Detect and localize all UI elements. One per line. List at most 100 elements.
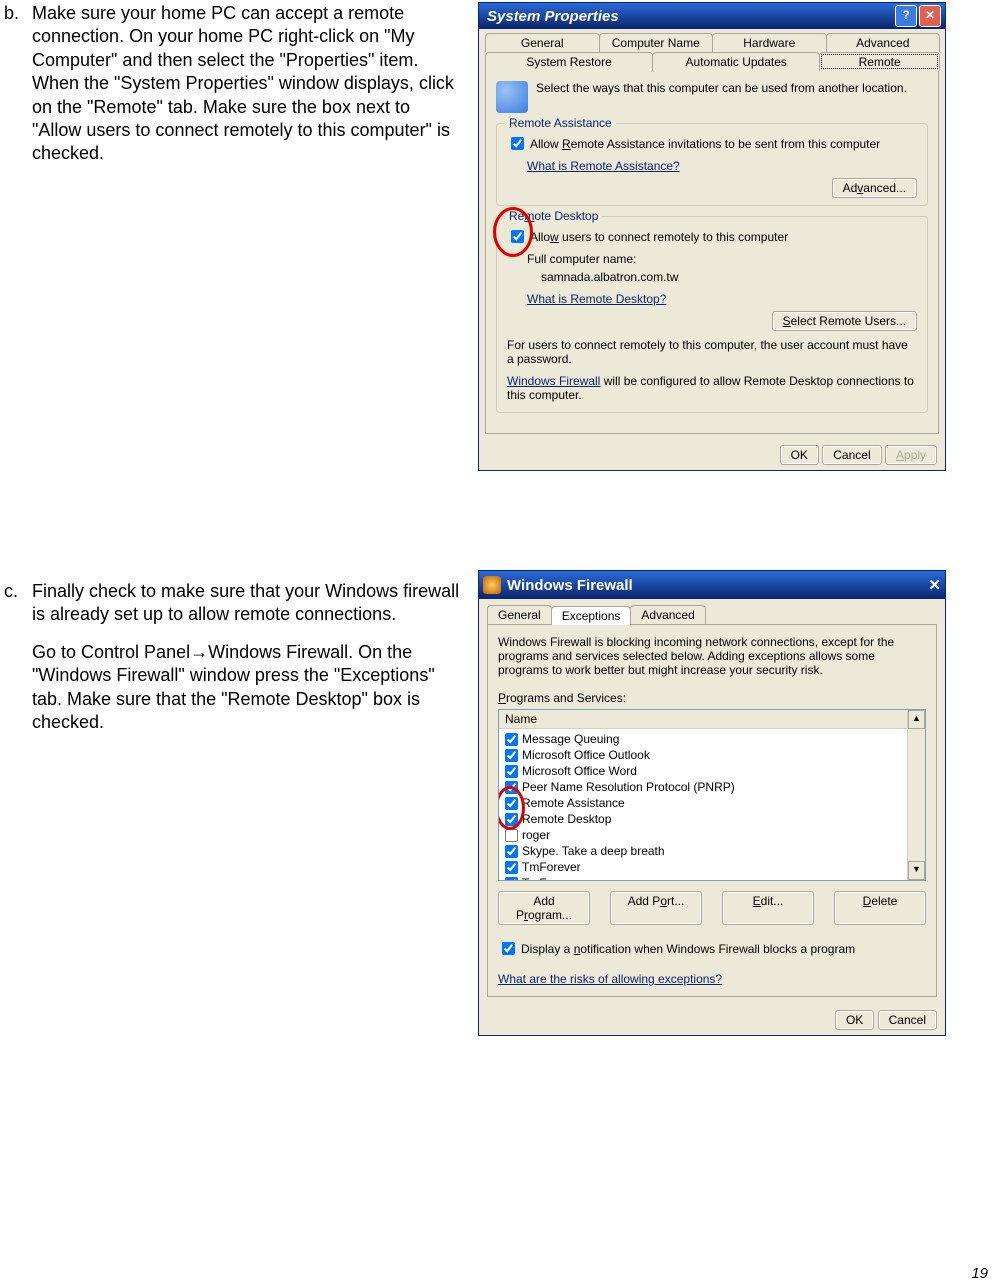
tab-content: Select the ways that this computer can b… — [485, 71, 939, 434]
tab-remote[interactable]: Remote — [819, 52, 940, 71]
tabs: General Exceptions Advanced — [479, 599, 945, 624]
ra-checkbox[interactable] — [511, 137, 524, 150]
rd-fullname-label: Full computer name: — [527, 252, 917, 266]
list-item[interactable]: Remote Desktop — [503, 811, 921, 827]
tab-system-restore[interactable]: System Restore — [485, 52, 653, 71]
tab-computer-name[interactable]: Computer Name — [599, 33, 714, 52]
remote-desktop-group: Remote Desktop Allow users to connect re… — [496, 216, 928, 413]
instruction-b: b. Make sure your home PC can accept a r… — [0, 2, 462, 166]
tab-advanced[interactable]: Advanced — [630, 605, 705, 624]
item-label: TmForever — [522, 876, 581, 881]
scroll-down-icon[interactable]: ▼ — [908, 861, 925, 880]
close-button[interactable]: ✕ — [919, 5, 941, 27]
delete-button[interactable]: Delete — [834, 891, 926, 925]
risks-link[interactable]: What are the risks of allowing exception… — [498, 972, 722, 986]
tab-advanced[interactable]: Advanced — [826, 33, 941, 52]
item-label: TmForever — [522, 860, 581, 874]
list-item[interactable]: Remote Assistance — [503, 795, 921, 811]
add-port-button[interactable]: Add Port... — [610, 891, 702, 925]
item-label: Remote Desktop — [522, 812, 611, 826]
ok-button[interactable]: OK — [780, 445, 819, 465]
tab-hardware[interactable]: Hardware — [712, 33, 827, 52]
item-checkbox[interactable] — [505, 845, 518, 858]
rd-note1: For users to connect remotely to this co… — [507, 338, 917, 366]
dialog-buttons: OK Cancel — [479, 1005, 945, 1035]
item-checkbox[interactable] — [505, 781, 518, 794]
instruction-c-text2: Go to Control Panel→Windows Firewall. On… — [32, 641, 462, 735]
list-item[interactable]: Skype. Take a deep breath — [503, 843, 921, 859]
window-title: System Properties — [483, 8, 893, 25]
list-marker-c: c. — [4, 580, 18, 603]
dialog-buttons: OK Cancel Apply — [479, 440, 945, 470]
rd-check-label: Allow users to connect remotely to this … — [530, 230, 788, 244]
computer-icon — [496, 81, 528, 113]
list-item[interactable]: TmForever — [503, 859, 921, 875]
remote-assistance-group: Remote Assistance Allow Remote Assistanc… — [496, 123, 928, 206]
item-label: Peer Name Resolution Protocol (PNRP) — [522, 780, 735, 794]
list-item[interactable]: TmForever — [503, 875, 921, 881]
item-label: Message Queuing — [522, 732, 619, 746]
list-marker-b: b. — [4, 2, 19, 25]
item-checkbox[interactable] — [505, 829, 518, 842]
item-checkbox[interactable] — [505, 813, 518, 826]
item-checkbox[interactable] — [505, 733, 518, 746]
list-item[interactable]: roger — [503, 827, 921, 843]
close-button[interactable]: ✕ — [928, 576, 941, 594]
tab-general[interactable]: General — [485, 33, 600, 52]
list-item[interactable]: Microsoft Office Word — [503, 763, 921, 779]
item-label: Skype. Take a deep breath — [522, 844, 665, 858]
ra-check-label: Allow Remote Assistance invitations to b… — [530, 137, 880, 151]
description-text: Select the ways that this computer can b… — [536, 81, 907, 95]
tab-content: Windows Firewall is blocking incoming ne… — [487, 624, 937, 997]
windows-firewall-window: Windows Firewall ✕ General Exceptions Ad… — [478, 570, 946, 1036]
scrollbar[interactable]: ▲ ▼ — [907, 710, 925, 880]
notify-label: Display a notification when Windows Fire… — [521, 942, 855, 956]
rd-checkbox[interactable] — [511, 230, 524, 243]
titlebar[interactable]: Windows Firewall ✕ — [479, 571, 945, 599]
item-checkbox[interactable] — [505, 749, 518, 762]
ok-button[interactable]: OK — [835, 1010, 874, 1030]
shield-icon — [483, 576, 501, 594]
item-label: Microsoft Office Word — [522, 764, 637, 778]
page-number: 19 — [971, 1265, 988, 1282]
ra-legend: Remote Assistance — [505, 116, 616, 130]
rd-link[interactable]: What is Remote Desktop? — [527, 292, 666, 306]
programs-listbox[interactable]: Name Message Queuing Microsoft Office Out… — [498, 709, 926, 881]
description-text: Windows Firewall is blocking incoming ne… — [498, 635, 926, 677]
column-header-name[interactable]: Name — [499, 710, 925, 729]
ra-advanced-button[interactable]: Advanced... — [832, 178, 917, 198]
edit-button[interactable]: Edit... — [722, 891, 814, 925]
add-program-button[interactable]: Add Program... — [498, 891, 590, 925]
ra-link[interactable]: What is Remote Assistance? — [527, 159, 680, 173]
cancel-button[interactable]: Cancel — [878, 1010, 937, 1030]
item-checkbox[interactable] — [505, 797, 518, 810]
list-item[interactable]: Peer Name Resolution Protocol (PNRP) — [503, 779, 921, 795]
list-item[interactable]: Microsoft Office Outlook — [503, 747, 921, 763]
item-checkbox[interactable] — [505, 765, 518, 778]
windows-firewall-link[interactable]: Windows Firewall — [507, 374, 600, 388]
tab-automatic-updates[interactable]: Automatic Updates — [652, 52, 820, 71]
scroll-up-icon[interactable]: ▲ — [908, 710, 925, 729]
titlebar[interactable]: System Properties ? ✕ — [479, 3, 945, 29]
item-checkbox[interactable] — [505, 861, 518, 874]
system-properties-window: System Properties ? ✕ General Computer N… — [478, 2, 946, 471]
item-label: Remote Assistance — [522, 796, 625, 810]
apply-button[interactable]: Apply — [885, 445, 937, 465]
instruction-c: c. Finally check to make sure that your … — [0, 580, 462, 734]
tab-general[interactable]: General — [487, 605, 552, 624]
select-remote-users-button[interactable]: Select Remote Users... — [772, 311, 917, 331]
rd-legend: Remote Desktop — [505, 209, 602, 223]
rd-note2: Windows Firewall will be configured to a… — [507, 374, 917, 402]
item-label: Microsoft Office Outlook — [522, 748, 650, 762]
item-checkbox[interactable] — [505, 877, 518, 882]
tab-exceptions[interactable]: Exceptions — [551, 606, 632, 625]
window-title: Windows Firewall — [507, 577, 928, 594]
cancel-button[interactable]: Cancel — [822, 445, 881, 465]
programs-label: Programs and Services: — [498, 691, 926, 705]
help-button[interactable]: ? — [895, 5, 917, 27]
notify-checkbox[interactable] — [502, 942, 515, 955]
list-item[interactable]: Message Queuing — [503, 731, 921, 747]
instruction-b-text: Make sure your home PC can accept a remo… — [32, 2, 462, 166]
tab-row-1: General Computer Name Hardware Advanced … — [479, 29, 945, 71]
item-label: roger — [522, 828, 550, 842]
